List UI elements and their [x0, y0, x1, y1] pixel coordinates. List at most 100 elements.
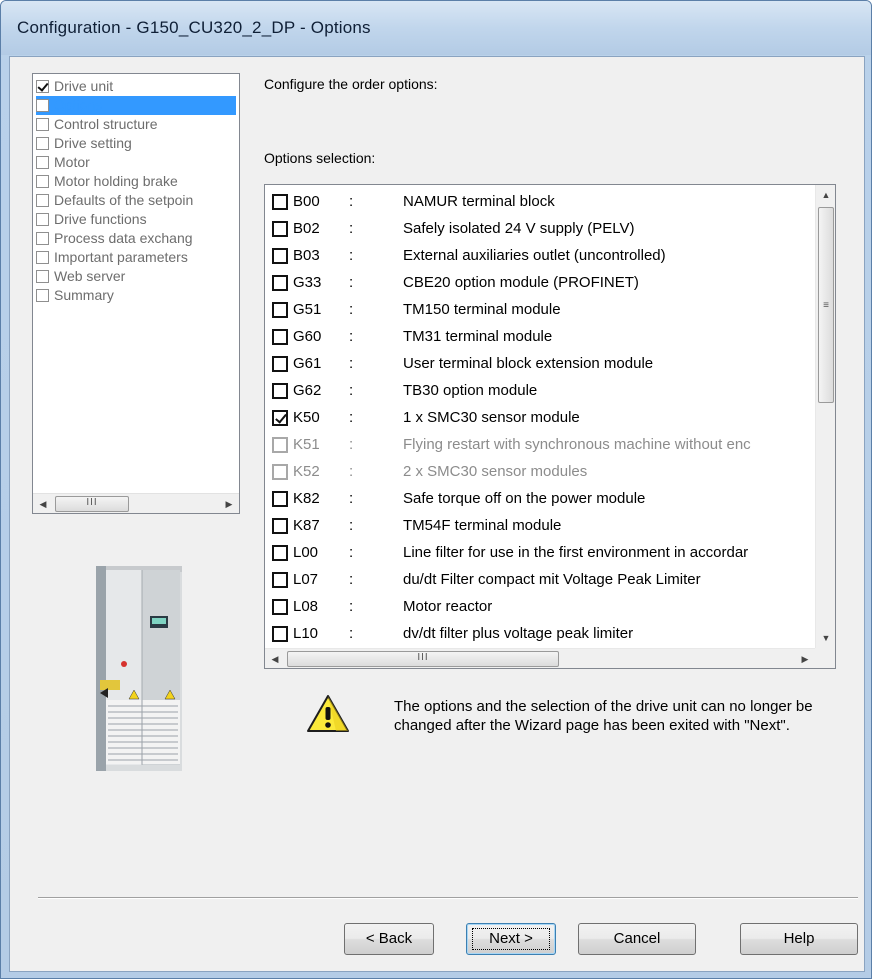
option-separator: :	[349, 247, 354, 264]
option-row[interactable]: B00: NAMUR terminal block	[269, 189, 797, 215]
title-bar[interactable]: Configuration - G150_CU320_2_DP - Option…	[1, 1, 871, 55]
tree-item[interactable]: Options	[36, 96, 236, 115]
warning-message: The options and the selection of the dri…	[394, 698, 813, 734]
option-code: B02	[293, 220, 320, 237]
tree-item-label: Drive setting	[54, 135, 132, 151]
tree-item-checkbox[interactable]	[36, 194, 49, 207]
option-checkbox[interactable]	[272, 356, 288, 372]
option-checkbox[interactable]	[272, 194, 288, 210]
option-checkbox[interactable]	[272, 410, 288, 426]
option-row[interactable]: L08: Motor reactor	[269, 594, 797, 620]
options-vscroll-thumb[interactable]: ≡	[818, 207, 834, 403]
tree-item[interactable]: Important parameters	[36, 248, 236, 267]
option-description: TM54F terminal module	[403, 517, 562, 534]
option-checkbox[interactable]	[272, 302, 288, 318]
configuration-window: Configuration - G150_CU320_2_DP - Option…	[0, 0, 872, 979]
option-row[interactable]: K50: 1 x SMC30 sensor module	[269, 405, 797, 431]
options-scroll-right-arrow-icon[interactable]: ▶	[795, 649, 815, 669]
option-row[interactable]: K87: TM54F terminal module	[269, 513, 797, 539]
scroll-down-arrow-icon[interactable]: ▼	[816, 628, 836, 648]
option-checkbox[interactable]	[272, 275, 288, 291]
tree-item[interactable]: Web server	[36, 267, 236, 286]
options-vertical-scrollbar[interactable]: ▲ ≡ ▼	[815, 185, 835, 648]
tree-item-checkbox[interactable]	[36, 99, 49, 112]
option-code: G60	[293, 328, 322, 345]
wizard-step-tree[interactable]: Drive unit Options Control structure Drive …	[32, 73, 240, 514]
option-row[interactable]: G60: TM31 terminal module	[269, 324, 797, 350]
footer-separator	[38, 897, 858, 899]
tree-item-checkbox[interactable]	[36, 213, 49, 226]
scroll-right-arrow-icon[interactable]: ▶	[219, 494, 239, 514]
option-checkbox[interactable]	[272, 599, 288, 615]
cancel-button[interactable]: Cancel	[578, 923, 696, 955]
scroll-left-arrow-icon[interactable]: ◀	[33, 494, 53, 514]
option-checkbox[interactable]	[272, 221, 288, 237]
option-row[interactable]: G51: TM150 terminal module	[269, 297, 797, 323]
option-code: B03	[293, 247, 320, 264]
option-checkbox[interactable]	[272, 572, 288, 588]
option-separator: :	[349, 328, 354, 345]
tree-item-checkbox[interactable]	[36, 156, 49, 169]
option-description: External auxiliaries outlet (uncontrolle…	[403, 247, 666, 264]
tree-item-checkbox[interactable]	[36, 289, 49, 302]
option-description: NAMUR terminal block	[403, 193, 555, 210]
options-horizontal-scrollbar[interactable]: ◀ III ▶	[265, 648, 815, 668]
option-checkbox[interactable]	[272, 491, 288, 507]
next-button[interactable]: Next >	[466, 923, 556, 955]
option-row[interactable]: K82: Safe torque off on the power module	[269, 486, 797, 512]
tree-item[interactable]: Defaults of the setpoin	[36, 191, 236, 210]
tree-item[interactable]: Control structure	[36, 115, 236, 134]
tree-item-label: Options	[54, 97, 103, 113]
option-description: dv/dt filter plus voltage peak limiter	[403, 625, 634, 642]
option-row[interactable]: L10: dv/dt filter plus voltage peak limit…	[269, 621, 797, 647]
option-row[interactable]: L00: Line filter for use in the first env…	[269, 540, 797, 566]
back-button[interactable]: < Back	[344, 923, 434, 955]
scroll-up-arrow-icon[interactable]: ▲	[816, 185, 836, 205]
tree-item[interactable]: Summary	[36, 286, 236, 305]
tree-item[interactable]: Motor	[36, 153, 236, 172]
option-separator: :	[349, 544, 354, 561]
option-checkbox[interactable]	[272, 518, 288, 534]
tree-item[interactable]: Process data exchang	[36, 229, 236, 248]
options-hscroll-thumb[interactable]: III	[287, 651, 559, 667]
option-separator: :	[349, 625, 354, 642]
option-description: User terminal block extension module	[403, 355, 654, 372]
options-scroll-left-arrow-icon[interactable]: ◀	[265, 649, 285, 669]
tree-item[interactable]: Motor holding brake	[36, 172, 236, 191]
option-checkbox[interactable]	[272, 248, 288, 264]
option-description: TM31 terminal module	[403, 328, 553, 345]
option-checkbox[interactable]	[272, 383, 288, 399]
option-checkbox[interactable]	[272, 545, 288, 561]
tree-item-checkbox[interactable]	[36, 232, 49, 245]
tree-item-label: Motor holding brake	[54, 173, 178, 189]
warning-icon	[307, 695, 349, 732]
option-row[interactable]: B02: Safely isolated 24 V supply (PELV)	[269, 216, 797, 242]
options-list[interactable]: B00: NAMUR terminal block B02: Safely isola…	[264, 184, 836, 669]
option-code: L08	[293, 598, 319, 615]
option-row: K51: Flying restart with synchronous mach…	[269, 432, 797, 458]
tree-item-checkbox[interactable]	[36, 80, 49, 93]
tree-horizontal-scrollbar[interactable]: ◀ III ▶	[33, 493, 239, 513]
tree-item-checkbox[interactable]	[36, 175, 49, 188]
tree-item-checkbox[interactable]	[36, 137, 49, 150]
option-checkbox[interactable]	[272, 329, 288, 345]
tree-scroll-thumb[interactable]: III	[55, 496, 129, 512]
window-title: Configuration - G150_CU320_2_DP - Option…	[17, 18, 371, 37]
option-row[interactable]: G62: TB30 option module	[269, 378, 797, 404]
tree-item-checkbox[interactable]	[36, 118, 49, 131]
option-code: L10	[293, 625, 319, 642]
option-checkbox[interactable]	[272, 626, 288, 642]
tree-item-checkbox[interactable]	[36, 270, 49, 283]
option-row[interactable]: G33: CBE20 option module (PROFINET)	[269, 270, 797, 296]
option-separator: :	[349, 463, 354, 480]
help-button[interactable]: Help	[740, 923, 858, 955]
tree-item[interactable]: Drive functions	[36, 210, 236, 229]
tree-item-checkbox[interactable]	[36, 251, 49, 264]
option-description: CBE20 option module (PROFINET)	[403, 274, 639, 291]
tree-item[interactable]: Drive setting	[36, 134, 236, 153]
option-row[interactable]: G61: User terminal block extension module	[269, 351, 797, 377]
option-separator: :	[349, 490, 354, 507]
option-row[interactable]: B03: External auxiliaries outlet (uncontr…	[269, 243, 797, 269]
tree-item[interactable]: Drive unit	[36, 77, 236, 96]
option-row[interactable]: L07: du/dt Filter compact mit Voltage Pea…	[269, 567, 797, 593]
